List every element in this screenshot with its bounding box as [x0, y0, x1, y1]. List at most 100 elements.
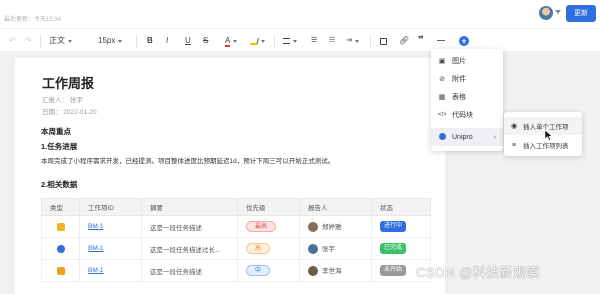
highlighter-icon — [250, 37, 259, 45]
font-size-select[interactable]: 15px — [98, 29, 123, 53]
priority-badge: 最高 — [246, 221, 277, 232]
toolbar-divider — [370, 35, 371, 47]
task-checkbox-button[interactable] — [380, 29, 387, 53]
last-saved-text: 最后更新：今天15:34 — [4, 17, 62, 23]
document-page[interactable]: 工作周报 汇报人： 张宇 日期： 2022-01-20 本周重点 1.任务进展 … — [15, 58, 445, 294]
menu-item-image[interactable]: ▣ 图片 — [431, 52, 503, 70]
chevron-down-icon — [118, 39, 123, 43]
summary-cell: 这是一段任务描述 — [141, 259, 238, 282]
priority-badge: 高 — [246, 243, 271, 254]
quote-button[interactable]: ❞ — [418, 29, 424, 53]
status-badge: 已完成 — [380, 243, 407, 254]
type-cell — [41, 237, 80, 260]
chevron-down-icon — [293, 39, 297, 43]
chevron-down-icon — [261, 39, 265, 43]
subheading-data[interactable]: 2.相关数据 — [41, 179, 77, 190]
reporter-name: 张宇 — [322, 245, 335, 253]
image-icon: ▣ — [438, 58, 446, 65]
menu-item-attachment[interactable]: ⊘ 附件 — [431, 70, 503, 88]
priority-cell: 最高 — [237, 215, 300, 238]
highlight-button[interactable] — [250, 29, 265, 53]
menu-item-code[interactable]: </> 代码块 — [431, 106, 503, 124]
update-button[interactable]: 更新 — [566, 5, 596, 22]
user-avatar[interactable] — [539, 6, 553, 20]
summary-cell: 这是一段任务描述过长... — [141, 237, 238, 260]
work-item-link[interactable]: BM-1 — [88, 267, 104, 274]
strikethrough-button[interactable]: S — [203, 29, 208, 53]
link-button[interactable]: 🔗︎ — [399, 29, 409, 53]
table-row[interactable]: BM-1 这是一段任务描述 中 李世海 未开始 — [41, 259, 431, 282]
status-cell: 进行中 — [371, 215, 431, 238]
target-icon: ◉ — [510, 123, 518, 130]
type-cell — [41, 259, 80, 282]
plus-icon: + — [459, 36, 469, 46]
priority-cell: 中 — [237, 259, 300, 282]
submenu-item-list[interactable]: ≡ 插入工作项列表 — [504, 136, 582, 154]
menu-item-label: 表格 — [452, 94, 466, 101]
indent-button[interactable]: ⇥ — [346, 29, 359, 53]
chevron-down-icon — [233, 39, 238, 43]
paragraph-style-value: 正文 — [49, 36, 65, 45]
submenu-item-single[interactable]: ◉ 插入单个工作项 — [504, 117, 582, 135]
menu-item-table[interactable]: ▦ 表格 — [431, 88, 503, 106]
col-status: 状态 — [371, 198, 431, 216]
doc-title[interactable]: 工作周报 — [42, 73, 94, 92]
menu-item-label: 附件 — [452, 76, 466, 83]
reporter-name: 郑婷雅 — [322, 223, 342, 231]
numbered-list-icon: ☷ — [329, 37, 336, 44]
table-header-row: 类型 工作项ID 摘要 优先级 报告人 状态 — [41, 198, 431, 216]
section-heading[interactable]: 本周重点 — [41, 126, 71, 137]
unipro-icon — [438, 132, 446, 142]
font-size-value: 15px — [98, 36, 116, 45]
toolbar-divider — [136, 35, 137, 47]
type-cell — [41, 215, 80, 238]
italic-button[interactable]: I — [166, 29, 168, 53]
table-row[interactable]: BM-1 这是一段任务描述过长... 高 张宇 已完成 — [41, 237, 431, 260]
doc-reporter[interactable]: 汇报人： 张宇 — [42, 94, 83, 104]
font-color-button[interactable]: A — [225, 29, 238, 53]
menu-item-label: Unipro — [452, 133, 473, 141]
table-row[interactable]: BM-1 这是一段任务描述 最高 郑婷雅 进行中 — [41, 215, 431, 238]
body-paragraph[interactable]: 本周完成了小程序需求开发，已经提测。项目整体进度比预期延迟1d，预计下周三可以开… — [41, 155, 334, 165]
reporter-cell: 李世海 — [299, 259, 372, 282]
menu-item-unipro[interactable]: Unipro › — [431, 128, 503, 146]
align-button[interactable] — [283, 29, 297, 53]
doc-date[interactable]: 日期： 2022-01-20 — [42, 106, 97, 116]
status-badge: 未开始 — [380, 265, 407, 276]
reporter-name: 李世海 — [322, 267, 342, 275]
undo-icon[interactable]: ↶ — [9, 29, 16, 53]
redo-icon[interactable]: ↷ — [25, 29, 32, 53]
subheading-progress[interactable]: 1.任务进展 — [41, 141, 77, 152]
col-id: 工作项ID — [79, 198, 142, 216]
avatar — [308, 244, 318, 255]
avatar — [308, 222, 318, 233]
bold-button[interactable]: B — [147, 29, 153, 53]
font-color-icon: A — [225, 35, 231, 47]
chevron-right-icon: › — [493, 133, 496, 141]
reporter-cell: 郑婷雅 — [299, 215, 372, 238]
work-item-link[interactable]: BM-1 — [88, 223, 104, 230]
toolbar-divider — [40, 35, 41, 47]
priority-badge: 中 — [246, 265, 271, 276]
chevron-down-icon[interactable] — [555, 10, 561, 14]
indent-icon: ⇥ — [346, 37, 352, 44]
col-priority: 优先级 — [237, 198, 300, 216]
col-type: 类型 — [41, 198, 80, 216]
status-cell: 已完成 — [371, 237, 431, 260]
status-badge: 进行中 — [380, 221, 407, 232]
toolbar-divider — [274, 35, 275, 47]
insert-menu: ▣ 图片 ⊘ 附件 ▦ 表格 </> 代码块 Unipro › — [431, 49, 503, 151]
numbered-list-button[interactable]: ☷ — [329, 29, 335, 53]
priority-cell: 高 — [237, 237, 300, 260]
bullet-list-button[interactable]: ☰ — [311, 29, 317, 53]
summary-cell: 这是一段任务描述 — [141, 215, 238, 238]
table-icon: ▦ — [438, 94, 446, 101]
bullet-list-icon: ☰ — [311, 37, 318, 44]
checkbox-icon — [380, 37, 387, 45]
align-left-icon — [283, 38, 290, 44]
work-item-link[interactable]: BM-1 — [88, 245, 104, 252]
editor-toolbar: ↶ ↷ 正文 15px B I U S A ☰ ☷ ⇥ 🔗︎ ❞ — + — [0, 28, 600, 52]
paragraph-style-select[interactable]: 正文 — [49, 29, 72, 53]
underline-button[interactable]: U — [185, 29, 191, 53]
id-cell: BM-1 — [79, 215, 142, 238]
